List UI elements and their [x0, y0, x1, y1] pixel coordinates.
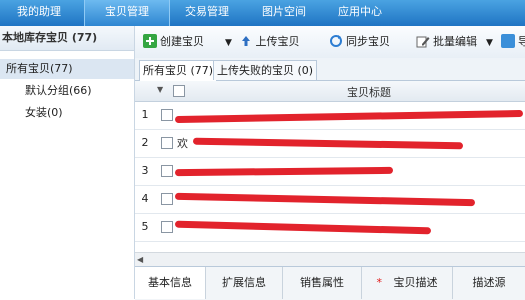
import-button[interactable]: 导	[501, 34, 525, 50]
tab-sales-attributes[interactable]: 销售属性	[283, 267, 362, 299]
tab-upload-failed[interactable]: 上传失败的宝贝 (0)	[213, 60, 318, 80]
nav-tab-my-assistant[interactable]: 我的助理	[0, 0, 78, 26]
top-navigation: 我的助理 宝贝管理 交易管理 图片空间 应用中心	[0, 0, 525, 26]
table-header: ▼ 宝贝标题	[135, 81, 525, 102]
select-all-checkbox[interactable]	[173, 85, 185, 97]
column-header-title[interactable]: 宝贝标题	[347, 84, 391, 100]
plus-icon	[143, 34, 157, 48]
tab-item-description[interactable]: * 宝贝描述	[362, 267, 453, 299]
category-sidebar: 本地库存宝贝 (77) 所有宝贝(77) 默认分组(66) 女装(0)	[0, 26, 135, 299]
batch-edit-button[interactable]: 批量编辑	[416, 34, 477, 50]
detail-tabs: 基本信息 扩展信息 销售属性 * 宝贝描述 描述源	[135, 266, 525, 300]
horizontal-scrollbar[interactable]: ◀	[135, 252, 525, 266]
sync-icon	[329, 34, 343, 48]
item-filter-tabs: 所有宝贝 (77) 上传失败的宝贝 (0)	[135, 58, 525, 81]
sidebar-item-womens-clothing[interactable]: 女装(0)	[25, 103, 63, 123]
toolbar: 创建宝贝 ▼ 上传宝贝 同步宝贝 批量编辑 ▼ 导	[135, 26, 525, 59]
sort-arrow-icon: ▼	[157, 85, 164, 94]
redaction-mark	[192, 137, 464, 150]
nav-tab-trade-management[interactable]: 交易管理	[170, 0, 244, 26]
tab-all-items[interactable]: 所有宝贝 (77)	[139, 60, 218, 81]
table-row[interactable]: 5	[135, 214, 525, 242]
import-icon	[501, 34, 515, 48]
table-row[interactable]: 2 欢	[135, 130, 525, 158]
row-checkbox[interactable]	[161, 221, 173, 233]
dropdown-arrow-icon: ▼	[225, 38, 232, 48]
row-checkbox[interactable]	[161, 109, 173, 121]
tab-description-source[interactable]: 描述源	[453, 267, 525, 299]
nav-tab-item-management[interactable]: 宝贝管理	[84, 0, 170, 26]
redaction-mark	[174, 192, 476, 207]
row-checkbox[interactable]	[161, 193, 173, 205]
tab-extended-info[interactable]: 扩展信息	[206, 267, 283, 299]
create-item-button[interactable]: 创建宝贝	[143, 34, 204, 50]
redaction-mark	[174, 109, 524, 124]
dropdown-arrow-icon: ▼	[486, 38, 493, 48]
row-checkbox[interactable]	[161, 165, 173, 177]
table-row[interactable]: 3	[135, 158, 525, 186]
edit-icon	[416, 34, 430, 48]
upload-icon	[239, 34, 253, 48]
table-row[interactable]: 1	[135, 102, 525, 130]
upload-item-button[interactable]: ▼ 上传宝贝	[225, 34, 300, 50]
scroll-left-icon[interactable]: ◀	[137, 255, 143, 264]
tab-basic-info[interactable]: 基本信息	[135, 267, 206, 299]
row-checkbox[interactable]	[161, 137, 173, 149]
redaction-mark	[174, 166, 394, 177]
required-star: *	[376, 276, 383, 289]
sidebar-title: 本地库存宝贝 (77)	[0, 26, 134, 51]
more-dropdown-arrow[interactable]: ▼	[486, 34, 493, 50]
table-row[interactable]: 4	[135, 186, 525, 214]
redaction-mark	[174, 220, 432, 235]
nav-tab-image-space[interactable]: 图片空间	[250, 0, 318, 26]
sidebar-item-all[interactable]: 所有宝贝(77)	[0, 59, 134, 79]
nav-tab-app-center[interactable]: 应用中心	[324, 0, 396, 26]
sidebar-item-default-group[interactable]: 默认分组(66)	[25, 81, 92, 101]
sync-item-button[interactable]: 同步宝贝	[329, 34, 390, 50]
row-title: 欢	[177, 137, 188, 150]
